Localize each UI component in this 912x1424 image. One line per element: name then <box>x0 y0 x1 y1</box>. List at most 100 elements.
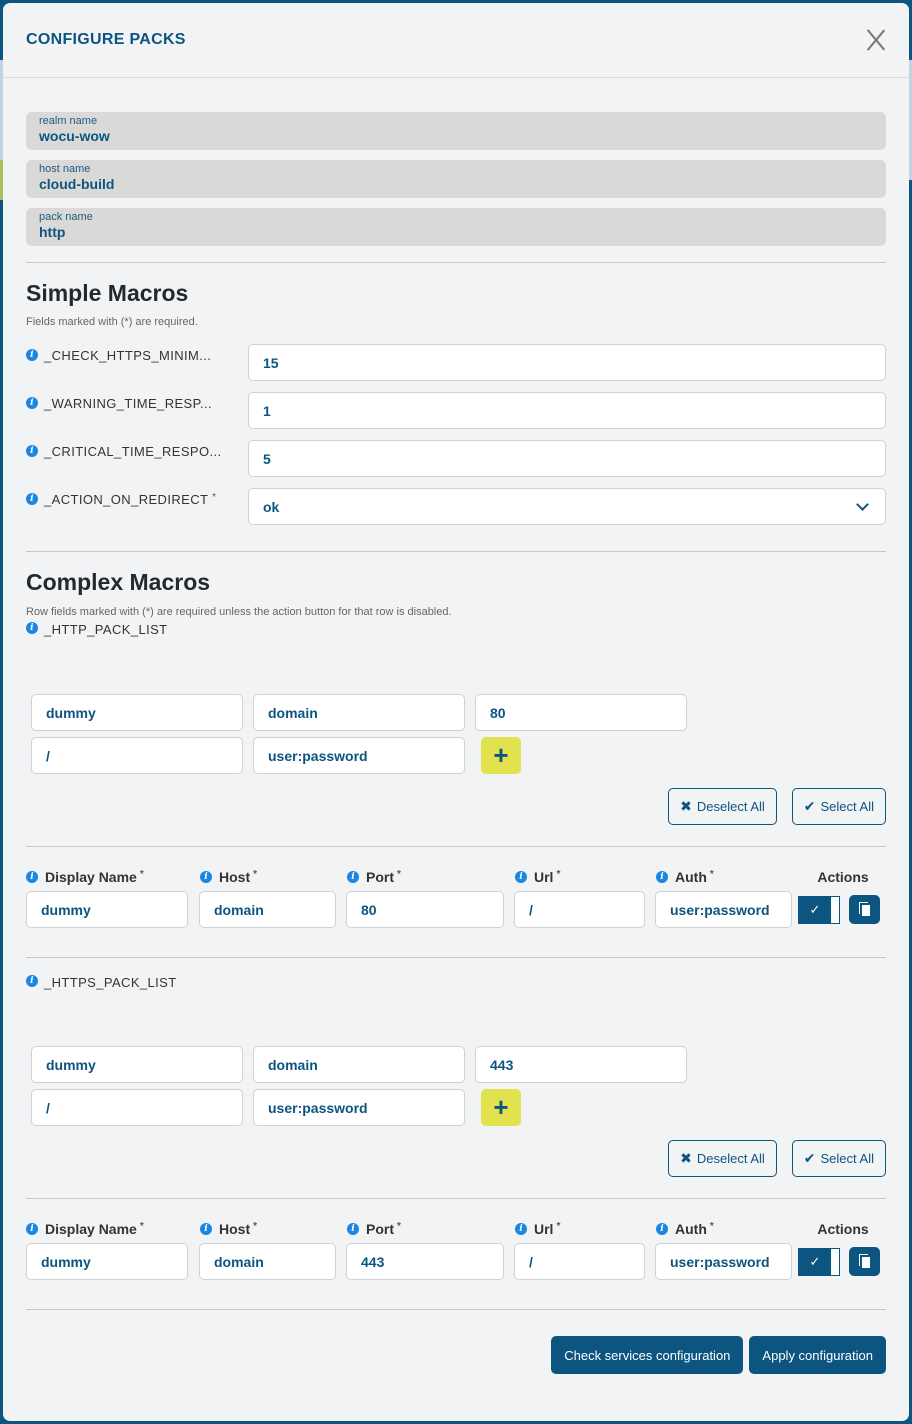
info-icon[interactable]: i <box>347 871 359 883</box>
input-value: domain <box>214 901 264 918</box>
host-input[interactable]: domain <box>199 891 336 928</box>
port-input[interactable]: 443 <box>346 1243 504 1280</box>
macro-input-critical-time-response[interactable]: 5 <box>248 440 886 477</box>
macro-row: i _CHECK_HTTPS_MINIM... 15 <box>26 344 886 392</box>
input-value: user:password <box>670 901 770 918</box>
copy-icon <box>858 902 870 916</box>
table-row: dummy domain 80 / user:password ✓ <box>26 891 886 928</box>
modal-header: CONFIGURE PACKS <box>3 3 909 78</box>
row-enabled-toggle[interactable]: ✓ <box>798 1247 840 1276</box>
input-value: 443 <box>490 1056 514 1073</box>
column-actions: Actions <box>817 869 869 885</box>
info-icon[interactable]: i <box>26 445 38 457</box>
input-value: user:password <box>670 1253 770 1270</box>
table-header: i Display Name * i Host * i Port * i Url * i Auth… <box>26 867 886 887</box>
select-value: ok <box>263 498 280 515</box>
new-display-name-input[interactable]: dummy <box>31 1046 243 1083</box>
info-icon[interactable]: i <box>200 871 212 883</box>
realm-name-field: realm name wocu-wow <box>26 112 886 150</box>
input-value: dummy <box>41 901 91 918</box>
info-icon[interactable]: i <box>26 397 38 409</box>
column-port: i Port * <box>347 1221 515 1237</box>
input-value: / <box>529 1253 533 1270</box>
check-services-configuration-button[interactable]: Check services configuration <box>551 1336 744 1374</box>
input-value: 80 <box>361 901 377 918</box>
https-pack-list-label: i _HTTPS_PACK_LIST <box>26 975 886 990</box>
column-auth: i Auth * <box>656 1221 803 1237</box>
pack-name-label: pack name <box>39 211 93 223</box>
new-row-form: dummy domain 80 / user:password + <box>31 694 886 774</box>
new-host-input[interactable]: domain <box>253 694 465 731</box>
modal-title: CONFIGURE PACKS <box>26 31 186 48</box>
info-icon[interactable]: i <box>26 493 38 505</box>
column-host: i Host * <box>200 869 347 885</box>
deselect-all-button[interactable]: ✖ Deselect All <box>668 1140 777 1177</box>
duplicate-row-button[interactable] <box>849 1247 880 1276</box>
column-auth: i Auth * <box>656 869 803 885</box>
info-icon[interactable]: i <box>200 1223 212 1235</box>
apply-configuration-button[interactable]: Apply configuration <box>749 1336 886 1374</box>
input-value: 443 <box>361 1253 385 1270</box>
new-auth-input[interactable]: user:password <box>253 1089 465 1126</box>
new-url-input[interactable]: / <box>31 1089 243 1126</box>
select-all-button[interactable]: ✔ Select All <box>791 1140 886 1177</box>
select-all-button[interactable]: ✔ Select All <box>791 788 886 825</box>
macro-input-check-https-minimum[interactable]: 15 <box>248 344 886 381</box>
info-icon[interactable]: i <box>26 622 38 634</box>
row-enabled-toggle[interactable]: ✓ <box>798 895 840 924</box>
deselect-all-button[interactable]: ✖ Deselect All <box>668 788 777 825</box>
duplicate-row-button[interactable] <box>849 895 880 924</box>
auth-input[interactable]: user:password <box>655 891 792 928</box>
realm-name-label: realm name <box>39 115 98 127</box>
required-mark: * <box>212 492 217 503</box>
check-icon: ✓ <box>809 901 821 917</box>
divider <box>26 262 886 263</box>
chevron-down-icon <box>856 497 869 511</box>
info-icon[interactable]: i <box>26 871 38 883</box>
new-host-input[interactable]: domain <box>253 1046 465 1083</box>
pack-name-field: pack name http <box>26 208 886 246</box>
add-row-button[interactable]: + <box>481 1089 521 1126</box>
display-name-input[interactable]: dummy <box>26 891 188 928</box>
pack-name-value: http <box>39 224 66 240</box>
info-icon[interactable]: i <box>26 975 38 987</box>
close-icon[interactable] <box>865 29 887 51</box>
add-row-button[interactable]: + <box>481 737 521 774</box>
info-icon[interactable]: i <box>656 871 668 883</box>
input-value: user:password <box>268 1099 368 1116</box>
macro-label: _CRITICAL_TIME_RESPO... <box>44 444 222 459</box>
new-display-name-input[interactable]: dummy <box>31 694 243 731</box>
info-icon[interactable]: i <box>26 349 38 361</box>
macro-input-warning-time-response[interactable]: 1 <box>248 392 886 429</box>
input-value: 15 <box>263 354 279 371</box>
url-input[interactable]: / <box>514 891 645 928</box>
macro-row: i _WARNING_TIME_RESP... 1 <box>26 392 886 440</box>
host-input[interactable]: domain <box>199 1243 336 1280</box>
new-auth-input[interactable]: user:password <box>253 737 465 774</box>
new-url-input[interactable]: / <box>31 737 243 774</box>
info-icon[interactable]: i <box>515 871 527 883</box>
button-label: Select All <box>820 1151 874 1166</box>
realm-name-value: wocu-wow <box>39 128 110 144</box>
action-on-redirect-select[interactable]: ok <box>248 488 886 525</box>
display-name-input[interactable]: dummy <box>26 1243 188 1280</box>
new-port-input[interactable]: 80 <box>475 694 687 731</box>
macro-label: _WARNING_TIME_RESP... <box>44 396 213 411</box>
input-value: / <box>529 901 533 918</box>
input-value: dummy <box>41 1253 91 1270</box>
info-icon[interactable]: i <box>656 1223 668 1235</box>
macro-row: i _CRITICAL_TIME_RESPO... 5 <box>26 440 886 488</box>
button-label: Deselect All <box>696 799 765 814</box>
complex-macros-heading: Complex Macros <box>26 569 211 595</box>
button-label: Deselect All <box>696 1151 765 1166</box>
port-input[interactable]: 80 <box>346 891 504 928</box>
info-icon[interactable]: i <box>347 1223 359 1235</box>
macro-name: _HTTPS_PACK_LIST <box>44 975 177 990</box>
url-input[interactable]: / <box>514 1243 645 1280</box>
info-icon[interactable]: i <box>26 1223 38 1235</box>
new-port-input[interactable]: 443 <box>475 1046 687 1083</box>
column-display-name: i Display Name * <box>26 869 200 885</box>
auth-input[interactable]: user:password <box>655 1243 792 1280</box>
info-icon[interactable]: i <box>515 1223 527 1235</box>
host-name-value: cloud-build <box>39 176 115 192</box>
